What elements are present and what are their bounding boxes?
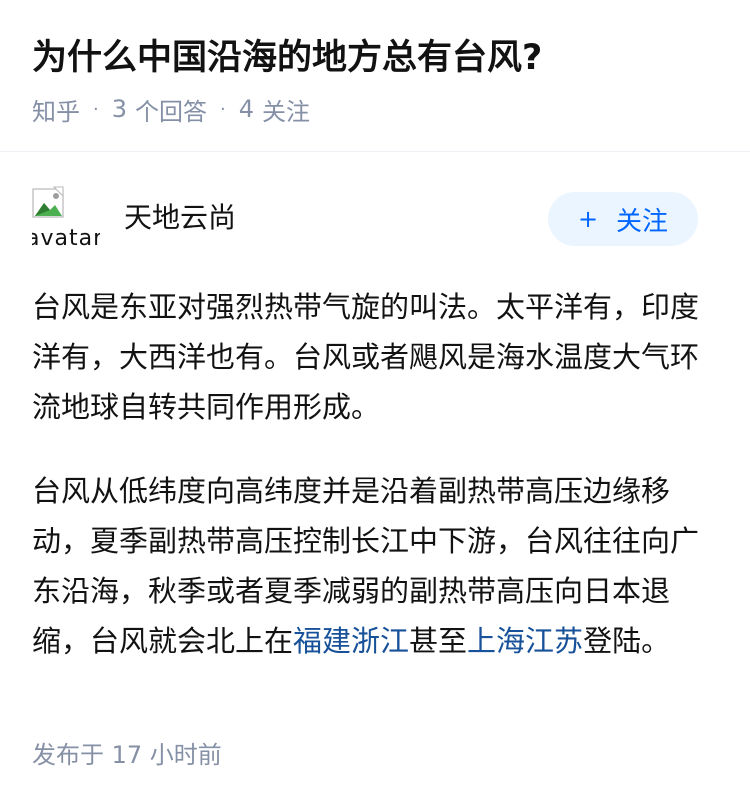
question-meta: 知乎 · 3 个回答 · 4 关注	[32, 92, 310, 126]
answer-content: 台风是东亚对强烈热带气旋的叫法。太平洋有，印度洋有，大西洋也有。台风或者飓风是海…	[32, 282, 718, 666]
avatar[interactable]: avatar	[32, 186, 100, 254]
meta-separator: ·	[93, 98, 99, 120]
plus-icon: +	[577, 205, 599, 233]
follow-button[interactable]: + 关注	[548, 192, 698, 246]
follower-count: 4	[238, 95, 255, 123]
source-label: 知乎	[32, 97, 80, 126]
answer-paragraph: 台风是东亚对强烈热带气旋的叫法。太平洋有，印度洋有，大西洋也有。台风或者飓风是海…	[32, 290, 700, 424]
header-divider	[0, 151, 750, 152]
avatar-alt-text: avatar	[32, 226, 100, 251]
author-name[interactable]: 天地云尚	[124, 196, 236, 240]
question-title: 为什么中国沿海的地方总有台风?	[32, 38, 543, 78]
follower-count-label[interactable]: 关注	[262, 92, 310, 127]
answer-text: 登陆。	[583, 624, 671, 658]
answer-count: 3	[111, 95, 128, 123]
follow-button-label: 关注	[616, 206, 669, 237]
meta-separator: ·	[220, 98, 226, 120]
answer-count-label[interactable]: 个回答	[135, 92, 207, 127]
answer-text: 甚至	[409, 624, 468, 658]
answer-paragraph: 台风从低纬度向高纬度并是沿着副热带高压边缘移动，夏季副热带高压控制长江中下游，台…	[32, 466, 718, 666]
publish-time: 发布于 17 小时前	[32, 741, 222, 769]
topic-link-fujian-zhejiang[interactable]: 福建浙江	[293, 624, 409, 658]
broken-image-icon	[32, 186, 64, 218]
topic-link-shanghai-jiangsu[interactable]: 上海江苏	[467, 624, 583, 658]
